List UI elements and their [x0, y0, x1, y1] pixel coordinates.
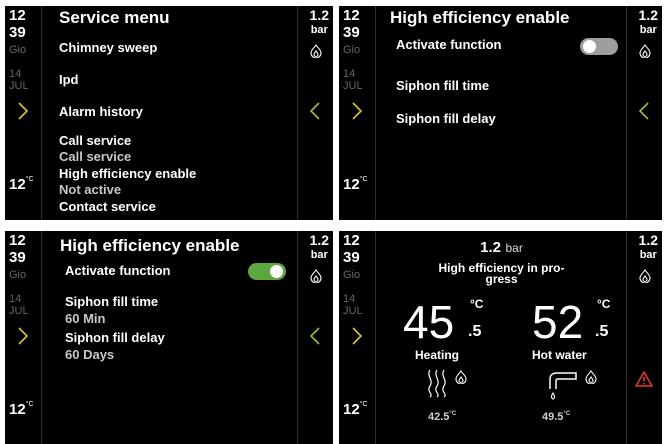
page-title: High efficiency enable — [390, 8, 570, 27]
month: JUL — [343, 80, 363, 92]
clock-minute: 39 — [343, 24, 360, 41]
chevron-left-icon[interactable] — [310, 102, 320, 120]
outdoor-temperature: 12°C — [343, 401, 368, 418]
status-sidebar: 12 39 Gio 14 JUL 12°C — [339, 231, 376, 444]
siphon-fill-time-item[interactable]: Siphon fill time — [396, 78, 489, 93]
siphon-fill-time-item[interactable]: Siphon fill time — [65, 294, 158, 309]
activate-function-label: Activate function — [65, 263, 171, 278]
siphon-fill-time-value: 60 Min — [65, 311, 106, 326]
flame-icon — [455, 370, 467, 384]
clock-minute: 39 — [9, 249, 26, 266]
clock-hour: 12 — [9, 232, 26, 249]
status-sidebar: 12 39 Gio 14 JUL 12°C — [5, 6, 42, 220]
activate-function-label: Activate function — [396, 37, 502, 52]
month: JUL — [9, 80, 29, 92]
warning-triangle-icon[interactable] — [635, 371, 653, 387]
status-message: High efficiency in pro- gress — [438, 261, 565, 286]
tap-icon — [549, 372, 577, 400]
activate-function-toggle[interactable] — [580, 38, 618, 55]
outdoor-temperature: 12°C — [9, 401, 34, 418]
clock-hour: 12 — [343, 232, 360, 249]
pressure-sidebar: 1.2 bar — [297, 231, 333, 444]
heating-unit: °C — [470, 297, 484, 311]
month: JUL — [343, 305, 363, 317]
status-sidebar: 12 39 Gio 14 JUL 12°C — [339, 6, 376, 220]
page-title: High efficiency enable — [60, 236, 240, 255]
flame-icon — [310, 269, 322, 283]
day-name: Gio — [9, 44, 27, 56]
hot-water-unit: °C — [597, 297, 611, 311]
menu-item-ipd[interactable]: Ipd — [59, 72, 79, 87]
home-screen: 12 39 Gio 14 JUL 12°C 1.2 bar High effic… — [339, 231, 662, 444]
pressure-readout: 1.2 bar — [309, 7, 329, 37]
day-number: 14 — [9, 293, 22, 305]
day-number: 14 — [9, 68, 22, 80]
menu-item-high-efficiency-value: Not active — [59, 182, 122, 197]
hot-water-label: Hot water — [532, 348, 587, 362]
month: JUL — [9, 305, 29, 317]
menu-item-chimney-sweep[interactable]: Chimney sweep — [59, 40, 157, 55]
menu-item-call-service[interactable]: Call service — [59, 133, 131, 148]
menu-item-contact-service[interactable]: Contact service — [59, 199, 156, 214]
siphon-fill-delay-item[interactable]: Siphon fill delay — [65, 330, 165, 345]
pressure-sidebar: 1.2 bar — [626, 6, 662, 220]
day-number: 14 — [343, 293, 356, 305]
siphon-fill-delay-item[interactable]: Siphon fill delay — [396, 111, 496, 126]
chevron-right-icon[interactable] — [352, 102, 362, 120]
chevron-right-icon[interactable] — [18, 327, 28, 345]
hot-water-actual-temperature: 49.5°C — [542, 411, 571, 423]
pressure-readout: 1.2 bar — [638, 232, 658, 262]
pressure-readout: 1.2 bar — [309, 232, 329, 262]
page-title: Service menu — [59, 8, 170, 27]
flame-icon — [639, 44, 651, 58]
menu-item-alarm-history[interactable]: Alarm history — [59, 104, 143, 119]
day-name: Gio — [343, 44, 361, 56]
pressure-sidebar: 1.2 bar — [297, 6, 333, 220]
siphon-fill-delay-value: 60 Days — [65, 347, 115, 362]
day-name: Gio — [9, 269, 27, 281]
pressure-sidebar: 1.2 bar — [626, 231, 662, 444]
clock-minute: 39 — [9, 24, 26, 41]
day-name: Gio — [343, 269, 361, 281]
outdoor-temperature: 12°C — [9, 176, 34, 193]
chevron-right-icon[interactable] — [18, 102, 28, 120]
hot-water-setpoint-integer[interactable]: 52 — [532, 299, 583, 345]
chevron-right-icon[interactable] — [352, 327, 362, 345]
hot-water-setpoint-decimal: .5 — [595, 323, 609, 340]
service-menu-screen: 12 39 Gio 14 JUL 12°C Service menu Chimn… — [5, 6, 333, 220]
pressure-readout: 1.2 bar — [638, 7, 658, 37]
clock-hour: 12 — [343, 7, 360, 24]
menu-item-high-efficiency-enable[interactable]: High efficiency enable — [59, 166, 196, 181]
activate-function-toggle[interactable] — [248, 263, 286, 280]
heating-setpoint-integer[interactable]: 45 — [403, 299, 454, 345]
heating-actual-temperature: 42.5°C — [428, 411, 457, 423]
outdoor-temperature: 12°C — [343, 176, 368, 193]
flame-icon — [639, 269, 651, 283]
high-efficiency-off-screen: 12 39 Gio 14 JUL 12°C High efficiency en… — [339, 6, 662, 220]
day-number: 14 — [343, 68, 356, 80]
flame-icon — [585, 370, 597, 384]
chevron-left-icon[interactable] — [639, 102, 649, 120]
clock-minute: 39 — [343, 249, 360, 266]
heating-setpoint-decimal: .5 — [468, 323, 482, 340]
heating-radiator-icon — [428, 369, 446, 398]
high-efficiency-on-screen: 12 39 Gio 14 JUL 12°C High efficiency en… — [5, 231, 333, 444]
system-pressure: 1.2 bar — [480, 239, 523, 256]
status-sidebar: 12 39 Gio 14 JUL 12°C — [5, 231, 42, 444]
heating-label: Heating — [415, 348, 460, 362]
clock-hour: 12 — [9, 7, 26, 24]
menu-item-call-service-value: Call service — [59, 149, 132, 164]
flame-icon — [310, 44, 322, 58]
chevron-left-icon[interactable] — [310, 327, 320, 345]
